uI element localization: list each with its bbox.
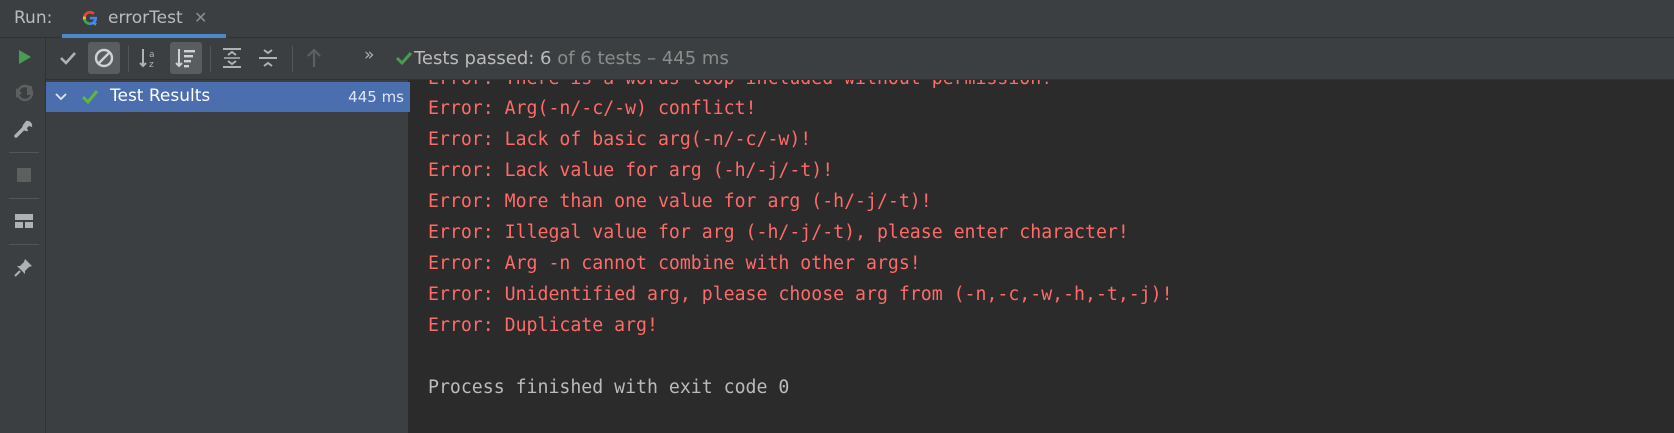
sort-alpha-icon: a z (139, 49, 155, 70)
stop-icon (17, 168, 31, 182)
console-error-line: Error: Arg(-n/-c/-w) conflict! (428, 98, 757, 119)
play-icon (19, 50, 31, 64)
ignored-icon (94, 48, 114, 68)
console-error-line: Error: Unidentified arg, please choose a… (428, 284, 1173, 305)
toolbar-separator (9, 152, 39, 153)
console-error-line: Error: Arg -n cannot combine with other … (428, 253, 921, 274)
expand-all-button[interactable] (216, 42, 248, 74)
sort-alphabetically-button[interactable]: a z (134, 42, 166, 74)
tab-title: errorTest (108, 8, 183, 28)
toolbar-separator (9, 198, 39, 199)
tree-row-test-results[interactable]: Test Results 445 ms (46, 82, 410, 112)
test-runner-toolbar: a z » Tests passed: 6 of 6 tests – 445 m… (46, 38, 1674, 80)
test-status-summary: Tests passed: 6 of 6 tests – 445 ms (414, 48, 729, 69)
svg-text:z: z (149, 60, 154, 70)
console-output[interactable]: Error: There is a words loop included wi… (412, 80, 1674, 433)
test-results-tree: Test Results 445 ms (46, 80, 410, 433)
console-error-line: Error: Lack of basic arg(-n/-c/-w)! (428, 129, 812, 150)
console-error-line: Error: More than one value for arg (-h/-… (428, 191, 932, 212)
console-error-line: Error: There is a words loop included wi… (428, 80, 1052, 89)
wrench-icon (14, 120, 33, 138)
tests-total-duration: of 6 tests – 445 ms (551, 48, 729, 69)
pin-tab-button[interactable] (11, 254, 37, 280)
layout-icon (15, 214, 33, 228)
run-tool-window-header: Run: errorTest ✕ (0, 0, 1674, 38)
chevron-down-icon[interactable] (54, 90, 68, 104)
stop-button[interactable] (11, 162, 37, 188)
collapse-all-button[interactable] (252, 42, 284, 74)
checkmark-icon (60, 52, 76, 65)
show-passed-button[interactable] (52, 42, 84, 74)
pin-icon (14, 259, 32, 277)
settings-button[interactable] (11, 116, 37, 142)
toolbar-overflow-button[interactable]: » (364, 45, 374, 65)
toolbar-separator (292, 46, 293, 72)
test-passed-icon (395, 51, 413, 66)
collapse-all-icon (259, 49, 277, 67)
arrow-up-icon (307, 48, 321, 67)
previous-failed-test-button[interactable] (298, 42, 330, 74)
console-error-line: Error: Illegal value for arg (-h/-j/-t),… (428, 222, 1129, 243)
sort-by-duration-button[interactable] (170, 42, 202, 74)
expand-all-icon (223, 48, 241, 68)
rerun-button[interactable] (11, 44, 37, 70)
console-error-line: Error: Duplicate arg! (428, 315, 658, 336)
run-tab-errortest[interactable]: errorTest ✕ (62, 0, 226, 38)
run-side-toolbar (0, 38, 46, 433)
show-ignored-button[interactable] (88, 42, 120, 74)
tests-passed-count: Tests passed: 6 (414, 48, 552, 69)
layout-button[interactable] (11, 208, 37, 234)
rerun-failed-icon (16, 84, 34, 102)
tree-item-label: Test Results (110, 86, 211, 106)
console-error-line: Error: Lack value for arg (-h/-j/-t)! (428, 160, 834, 181)
toolbar-separator (9, 244, 39, 245)
run-label: Run: (14, 8, 53, 28)
process-exit-line: Process finished with exit code 0 (428, 377, 790, 398)
svg-text:a: a (149, 50, 155, 60)
rerun-failed-button[interactable] (11, 80, 37, 106)
toolbar-separator (210, 46, 211, 72)
tree-item-duration: 445 ms (348, 88, 404, 106)
close-icon[interactable]: ✕ (194, 8, 207, 27)
sort-duration-icon (175, 49, 195, 68)
google-g-icon (82, 10, 98, 26)
test-passed-icon (81, 90, 99, 105)
toolbar-separator (128, 46, 129, 72)
